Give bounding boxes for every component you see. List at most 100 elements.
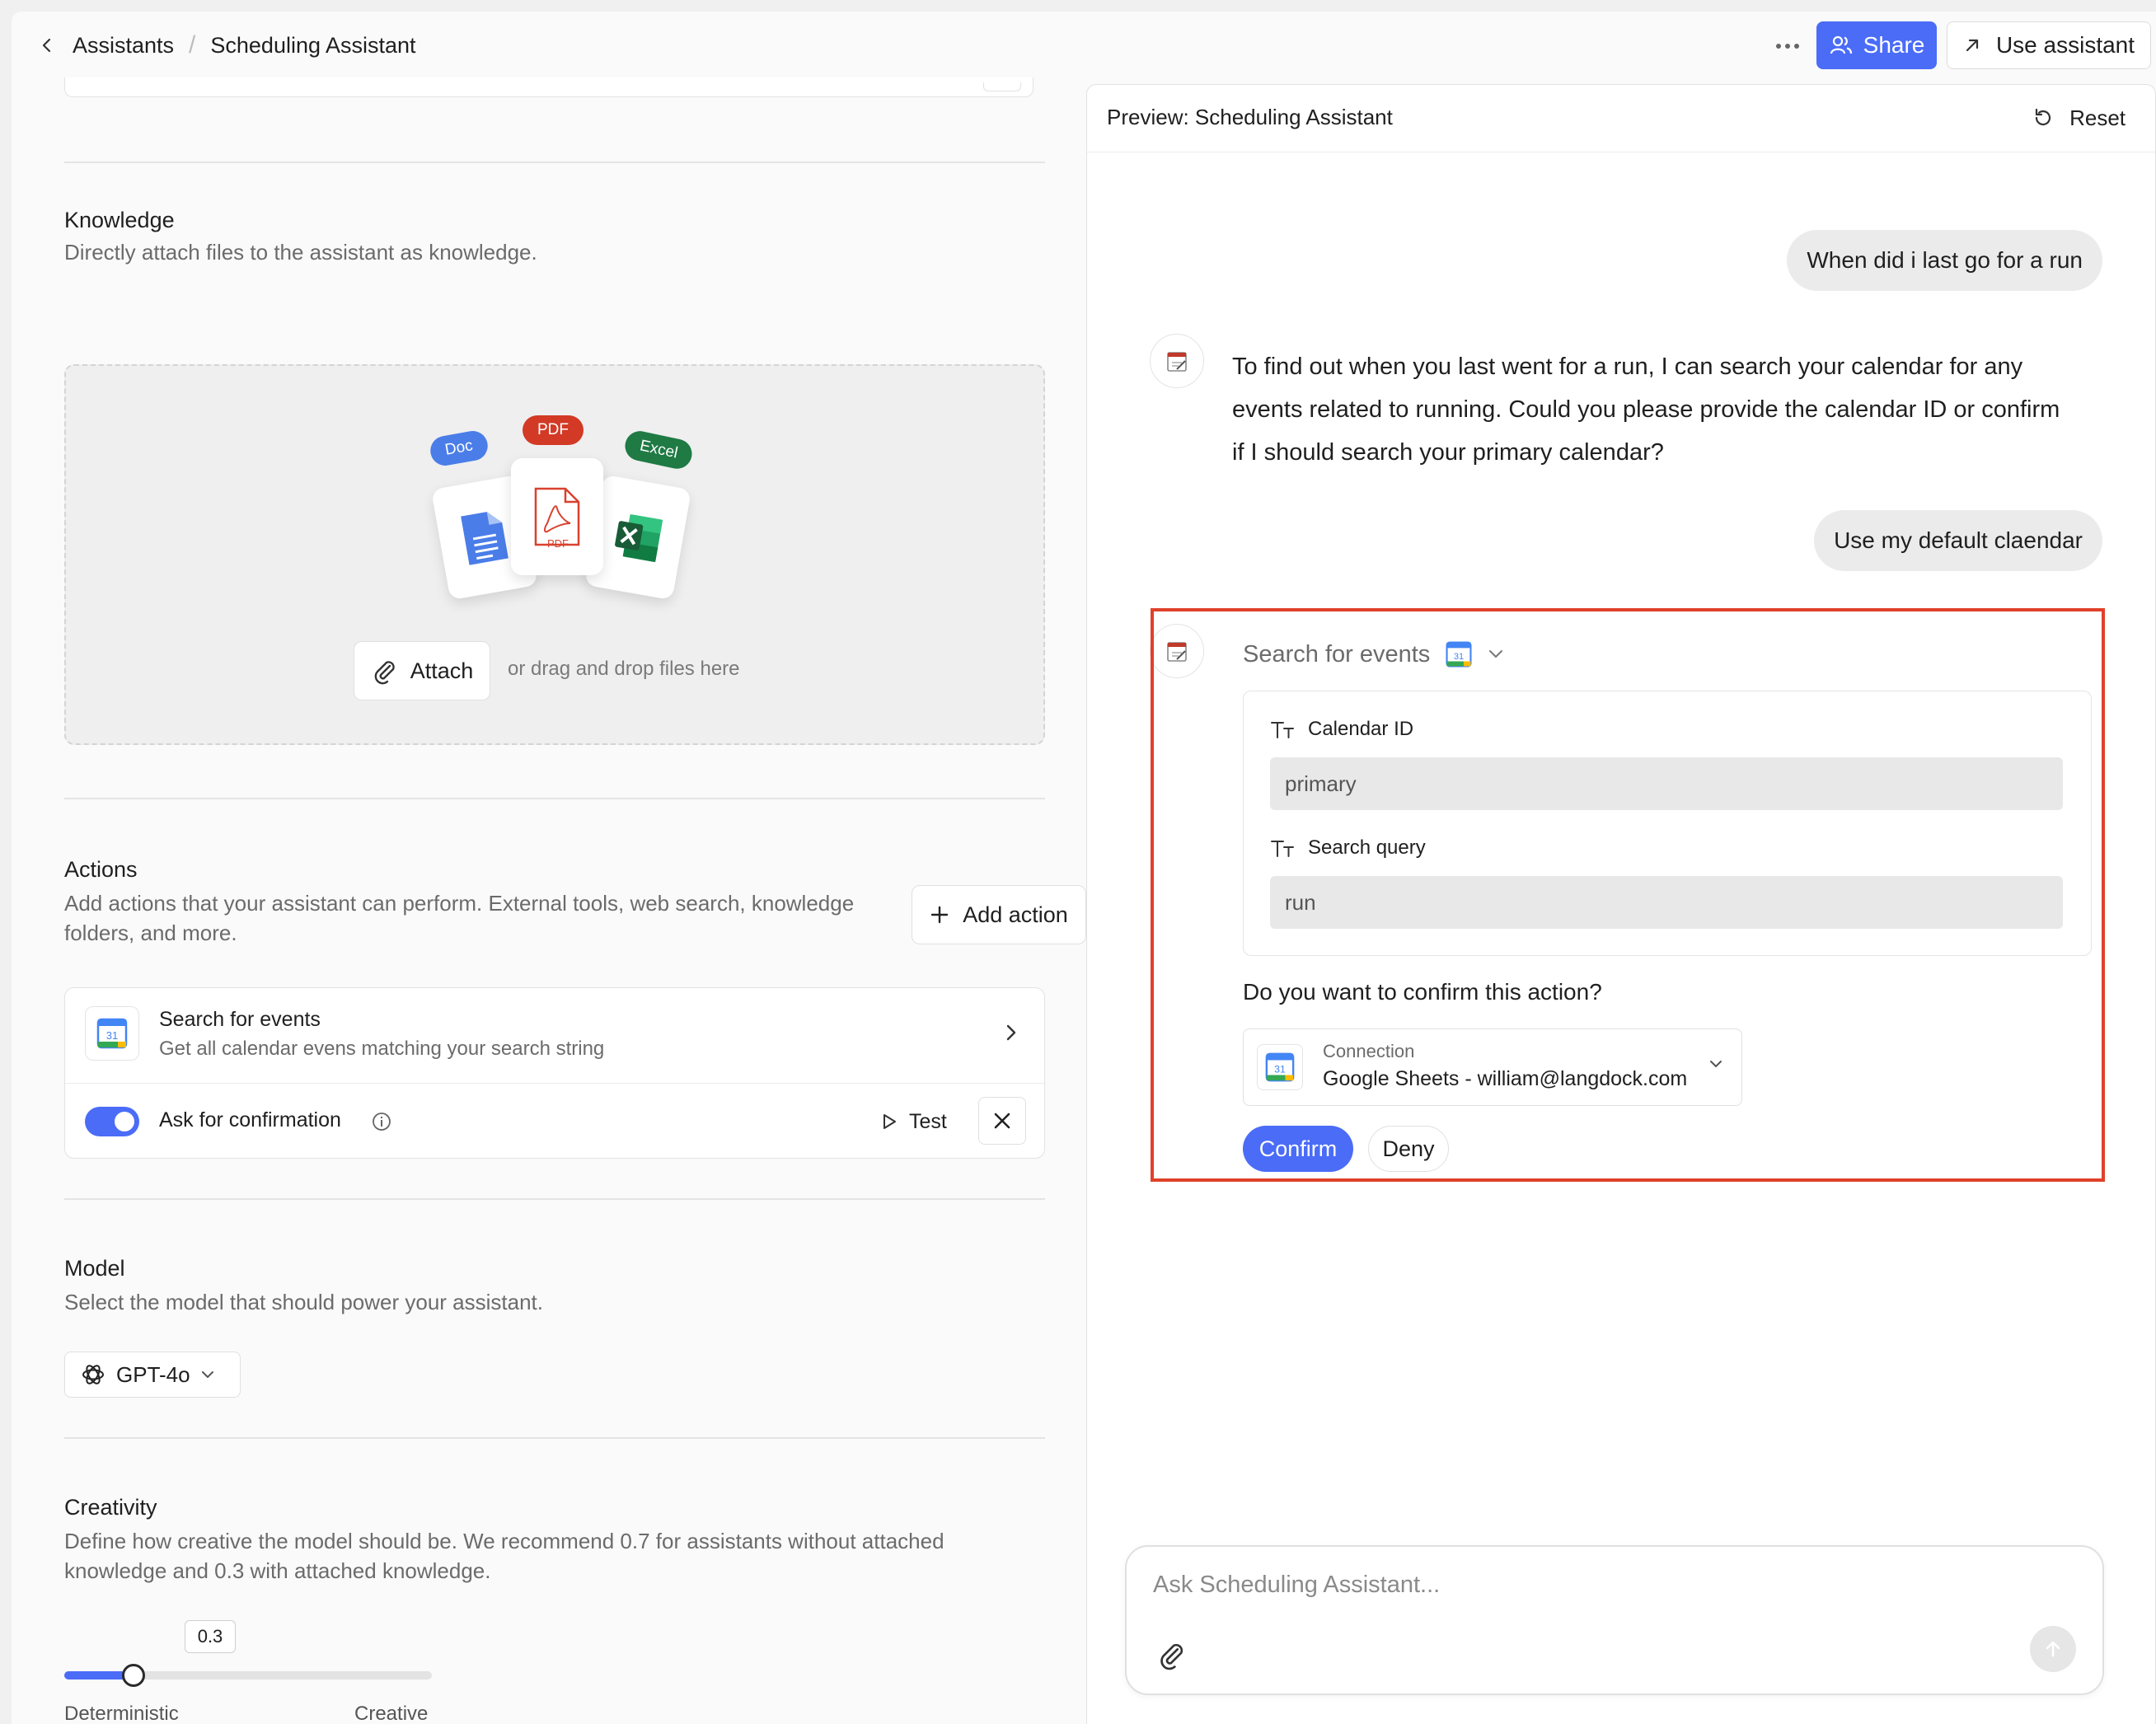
knowledge-title: Knowledge — [64, 208, 175, 232]
drag-drop-hint: or drag and drop files here — [508, 658, 740, 680]
share-button[interactable]: Share — [1816, 21, 1937, 69]
use-assistant-label: Use assistant — [1995, 32, 2135, 58]
slider-thumb[interactable] — [122, 1664, 145, 1687]
remove-action-button[interactable] — [978, 1097, 1026, 1145]
confirm-button[interactable]: Confirm — [1243, 1126, 1353, 1172]
param-label-text: Calendar ID — [1308, 718, 1414, 740]
action-item-search-events[interactable]: 31 Search for events Get all calendar ev… — [65, 988, 1044, 1084]
creativity-slider[interactable] — [64, 1664, 432, 1687]
confirmation-label: Ask for confirmation — [159, 1108, 341, 1131]
model-title: Model — [64, 1256, 125, 1281]
actions-title: Actions — [64, 857, 138, 882]
play-icon — [883, 1114, 896, 1129]
text-type-icon — [1271, 841, 1294, 857]
calendar-day-text: 31 — [1454, 652, 1464, 662]
slider-min-label: Deterministic — [64, 1703, 179, 1724]
test-label: Test — [909, 1109, 947, 1133]
openai-icon — [82, 1365, 104, 1384]
search-query-field[interactable]: run — [1270, 876, 2063, 929]
calendar-day-text: 31 — [1274, 1064, 1286, 1075]
use-assistant-button[interactable]: Use assistant — [1947, 21, 2151, 69]
tool-call-header[interactable]: Search for events 31 — [1243, 628, 1504, 681]
user-message: When did i last go for a run — [1787, 230, 2102, 291]
action-description: Get all calendar evens matching your sea… — [159, 1038, 605, 1060]
section-divider — [64, 1437, 1045, 1439]
breadcrumb-parent[interactable]: Assistants — [73, 33, 174, 59]
send-button[interactable] — [2030, 1626, 2076, 1672]
param-label-text: Search query — [1308, 836, 1426, 859]
chevron-right-icon — [1006, 1024, 1016, 1041]
connection-select[interactable]: 31 Connection Google Sheets - william@la… — [1243, 1028, 1742, 1106]
section-divider — [64, 162, 1045, 163]
tool-parameters: Calendar ID primary Search query run — [1243, 691, 2092, 956]
google-calendar-icon: 31 — [1446, 641, 1472, 668]
knowledge-dropzone[interactable]: PDF Doc PDF Excel Attach or drag and dro… — [64, 364, 1045, 745]
users-icon — [1830, 35, 1852, 54]
calendar-id-field[interactable]: primary — [1270, 757, 2063, 810]
notepad-icon — [1167, 352, 1187, 372]
param-label-search-query: Search query — [1270, 836, 1426, 860]
google-calendar-icon: 31 — [1257, 1044, 1303, 1090]
excel-pill: Excel — [622, 428, 696, 472]
breadcrumb-separator: / — [189, 31, 196, 59]
info-icon[interactable] — [372, 1112, 391, 1131]
add-action-button[interactable]: Add action — [912, 885, 1086, 944]
section-divider — [64, 1198, 1045, 1200]
pdf-pill: PDF — [523, 415, 584, 445]
action-card: 31 Search for events Get all calendar ev… — [64, 987, 1045, 1159]
param-label-calendar-id: Calendar ID — [1270, 718, 1413, 741]
slider-max-label: Creative — [354, 1703, 429, 1724]
attach-label: Attach — [410, 658, 474, 683]
attach-button[interactable]: Attach — [354, 641, 490, 700]
composer-input[interactable]: Ask Scheduling Assistant... — [1153, 1572, 1440, 1599]
chevron-down-icon — [1489, 650, 1503, 658]
confirm-question: Do you want to confirm this action? — [1243, 979, 1602, 1005]
confirmation-row: Ask for confirmation Test — [65, 1084, 1044, 1159]
tool-call-name: Search for events — [1243, 640, 1431, 668]
close-icon — [994, 1113, 1010, 1129]
connection-label: Connection — [1323, 1041, 1415, 1061]
google-calendar-icon: 31 — [85, 1006, 139, 1061]
arrow-up-icon — [2046, 1641, 2060, 1657]
user-message: Use my default claendar — [1814, 510, 2102, 571]
share-label: Share — [1863, 32, 1925, 58]
reset-icon — [2035, 108, 2051, 126]
preview-header: Preview: Scheduling Assistant Reset — [1087, 85, 2155, 152]
model-description: Select the model that should power your … — [64, 1290, 543, 1314]
reset-button[interactable]: Reset — [2032, 101, 2126, 134]
section-divider — [64, 798, 1045, 799]
plus-icon — [931, 906, 949, 924]
chevron-down-icon — [1710, 1061, 1722, 1067]
pdf-file-icon: PDF — [511, 458, 603, 575]
pdf-card-text: PDF — [547, 537, 569, 550]
paperclip-icon — [374, 661, 395, 685]
paperclip-icon[interactable] — [1156, 1639, 1188, 1670]
preview-title: Preview: Scheduling Assistant — [1107, 105, 1393, 129]
previous-field-edge — [64, 77, 1033, 97]
creativity-title: Creativity — [64, 1495, 157, 1520]
confirmation-toggle[interactable] — [85, 1107, 139, 1136]
connection-value: Google Sheets - william@langdock.com — [1323, 1067, 1688, 1090]
test-button[interactable]: Test — [881, 1103, 947, 1140]
arrow-up-right-icon — [1966, 39, 1979, 52]
model-selected: GPT-4o — [116, 1361, 190, 1387]
add-action-label: Add action — [963, 902, 1068, 927]
back-chevron-icon[interactable] — [36, 35, 58, 56]
breadcrumb: Assistants / Scheduling Assistant — [36, 26, 416, 64]
app-window: Assistants / Scheduling Assistant Share … — [12, 12, 2156, 1724]
creativity-description: Define how creative the model should be.… — [64, 1529, 944, 1583]
assistant-message: To find out when you last went for a run… — [1232, 354, 2060, 466]
creativity-value-tooltip: 0.3 — [185, 1620, 236, 1653]
knowledge-description: Directly attach files to the assistant a… — [64, 240, 537, 265]
assistant-avatar — [1150, 334, 1204, 388]
actions-description: Add actions that your assistant can perf… — [64, 891, 855, 945]
top-bar: Assistants / Scheduling Assistant Share … — [12, 12, 2156, 77]
breadcrumb-current: Scheduling Assistant — [210, 32, 416, 58]
chevron-down-icon — [201, 1371, 213, 1378]
model-select[interactable]: GPT-4o — [64, 1352, 241, 1398]
action-name: Search for events — [159, 1008, 321, 1031]
text-type-icon — [1271, 722, 1294, 738]
deny-button[interactable]: Deny — [1368, 1126, 1449, 1172]
more-options-icon[interactable] — [1767, 30, 1808, 63]
reset-label: Reset — [2069, 105, 2126, 130]
